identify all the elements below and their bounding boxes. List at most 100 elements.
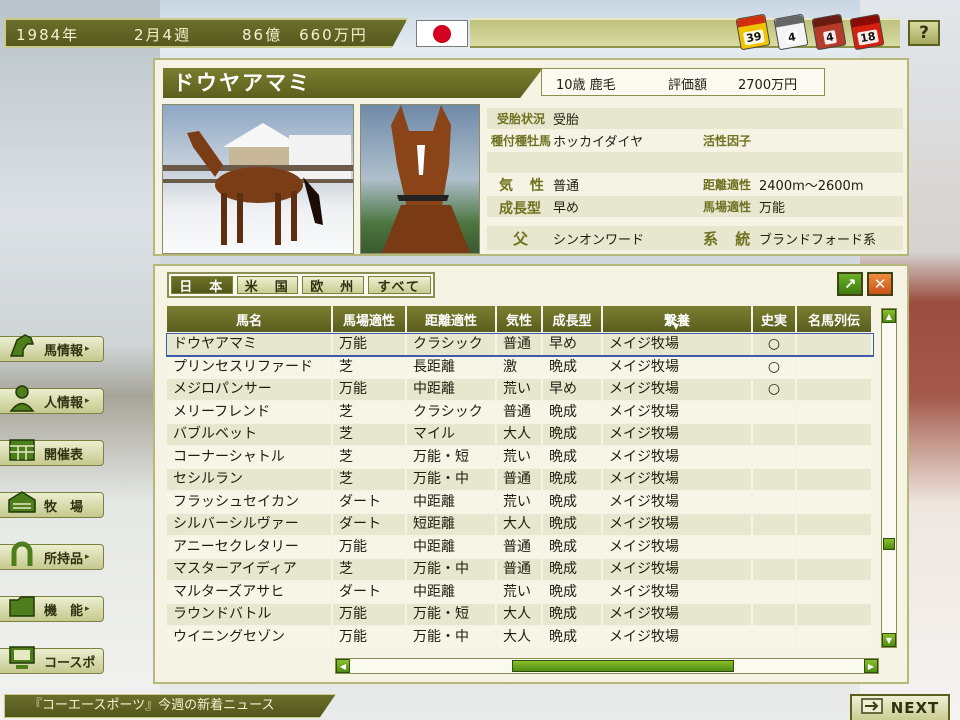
cell-track: 芝 — [333, 424, 407, 445]
mate-label: 種付種牡馬 — [491, 134, 552, 148]
next-button[interactable]: NEXT — [850, 694, 950, 720]
scroll-left-icon[interactable]: ◀ — [336, 659, 350, 673]
export-arrow-icon[interactable]: ↗ — [837, 272, 863, 296]
col-distance[interactable]: 距離適性 — [407, 306, 497, 332]
calendar-icon-1[interactable]: 39 — [735, 13, 771, 51]
scroll-right-icon[interactable]: ▶ — [864, 659, 878, 673]
cell-legend — [797, 536, 873, 558]
col-stable[interactable]: 繋養 ▼ — [603, 306, 753, 332]
tab-europe[interactable]: 欧 州 — [302, 276, 364, 295]
next-arrow-icon — [860, 698, 883, 718]
stable-icon — [6, 487, 38, 517]
sire-value: シンオンワード — [553, 233, 645, 248]
detail-row-temper: 気 性 普通 距離適性 2400m～2600m — [487, 174, 903, 195]
cell-growth: 早め — [543, 334, 603, 355]
cell-temper: 荒い — [497, 581, 543, 603]
calendar-icon-3[interactable]: 4 — [811, 13, 847, 51]
menu-ranch[interactable]: 牧 場 — [0, 491, 104, 518]
table-row[interactable]: アニーセクレタリー 万能 中距離 普通 晩成 メイジ牧場 — [167, 536, 873, 559]
cell-history: ○ — [753, 379, 797, 400]
cell-legend — [797, 626, 873, 648]
table-row[interactable]: バブルベット芝マイル 大人 晩成 メイジ牧場 — [167, 424, 873, 446]
japan-flag-icon[interactable] — [416, 20, 468, 47]
horse-name: ドウヤアマミ — [163, 68, 543, 98]
table-row[interactable]: シルバーシルヴァー ダート 短距離 大人 晩成 メイジ牧場 — [167, 514, 873, 536]
table-row[interactable]: メジロパンサー 万能 中距離 荒い 早め メイジ牧場 ○ — [167, 379, 873, 401]
cell-temper: 大人 — [497, 424, 543, 445]
cell-name: セシルラン — [167, 469, 333, 490]
value-label: 評価額 — [668, 78, 708, 93]
cell-temper: 荒い — [497, 379, 543, 400]
table-row[interactable]: マスターアイディア芝万能・中 普通 晩成 メイジ牧場 — [167, 559, 873, 581]
menu-label: コースポ — [44, 655, 96, 671]
mate-value: ホッカイダイヤ — [553, 135, 644, 150]
cell-history — [753, 446, 797, 468]
cell-legend — [797, 469, 873, 490]
col-name[interactable]: 馬名 — [167, 306, 333, 332]
close-icon[interactable]: ✕ — [867, 272, 893, 296]
calendar-icon-2[interactable]: 4 — [773, 13, 809, 51]
cell-distance: 中距離 — [407, 491, 497, 513]
horizontal-scroll-thumb[interactable] — [511, 660, 734, 672]
menu-kosupo[interactable]: コースポ — [0, 646, 104, 674]
menu-horse-info[interactable]: 馬情報 ▸ — [0, 334, 104, 362]
table-row[interactable]: ドウヤアマミ 万能 クラシック 普通 早め メイジ牧場 ○ — [166, 333, 874, 357]
col-temper[interactable]: 気性 — [497, 306, 543, 332]
vertical-scroll-thumb[interactable] — [883, 537, 895, 550]
cell-track: 芝 — [333, 446, 407, 468]
cell-track: 芝 — [333, 559, 407, 580]
table-row[interactable]: コーナーシャトル芝万能・短 荒い 晩成 メイジ牧場 — [167, 446, 873, 469]
cell-stable: メイジ牧場 — [603, 401, 753, 423]
col-legend[interactable]: 名馬列伝 — [797, 306, 873, 332]
table-row[interactable]: プリンセスリファード芝長距離激晩成 メイジ牧場 ○ — [167, 356, 873, 379]
cell-distance: 中距離 — [407, 581, 497, 603]
cell-stable: メイジ牧場 — [603, 626, 753, 648]
cell-temper: 普通 — [497, 536, 543, 558]
news-ticker[interactable]: 『コーエースポーツ』今週の新着ニュース — [4, 694, 336, 718]
table-row[interactable]: ウイニングセゾン 万能 万能・中 大人 晩成 メイジ牧場 — [167, 626, 873, 649]
help-button[interactable]: ? — [908, 20, 940, 46]
table-row[interactable]: ラウンドバトル 万能 万能・短 大人 晩成 メイジ牧場 — [167, 604, 873, 626]
horizontal-scrollbar[interactable]: ◀ ▶ — [335, 658, 879, 674]
monitor-icon — [6, 643, 38, 673]
cell-legend — [797, 446, 873, 468]
table-row[interactable]: セシルラン芝万能・中 普通 晩成 メイジ牧場 — [167, 469, 873, 491]
cell-history — [753, 559, 797, 580]
table-row[interactable]: フラッシュセイカン ダート 中距離 荒い 晩成 メイジ牧場 — [167, 491, 873, 514]
next-label: NEXT — [890, 699, 940, 717]
horse-head-photo — [360, 104, 480, 254]
table-row[interactable]: マルターズアサヒ ダート 中距離 荒い 晩成 メイジ牧場 — [167, 581, 873, 604]
col-track[interactable]: 馬場適性 — [333, 306, 407, 332]
cell-distance: クラシック — [407, 334, 497, 355]
tab-usa[interactable]: 米 国 — [236, 276, 298, 295]
calendar-count-2: 4 — [785, 30, 799, 45]
menu-label: 牧 場 — [44, 499, 84, 515]
table-row[interactable]: メリーフレンド芝クラシック 普通 晩成 メイジ牧場 — [167, 401, 873, 424]
scroll-up-icon[interactable]: ▲ — [882, 309, 896, 323]
col-growth[interactable]: 成長型 — [543, 306, 603, 332]
scroll-down-icon[interactable]: ▼ — [882, 633, 896, 647]
region-tabs: 日 本 米 国 欧 州 すべて — [167, 272, 435, 298]
cell-temper: 普通 — [497, 334, 543, 355]
cell-stable: メイジ牧場 — [603, 356, 753, 378]
col-history[interactable]: 史実 — [753, 306, 797, 332]
menu-functions[interactable]: 機 能 ▸ — [0, 596, 104, 622]
tab-all[interactable]: すべて — [367, 276, 431, 295]
menu-schedule[interactable]: 開催表 — [0, 439, 104, 466]
temper-label: 気 性 — [499, 178, 550, 194]
detail-row-growth: 成長型 早め 馬場適性 万能 — [487, 196, 903, 217]
cell-distance: 長距離 — [407, 356, 497, 378]
cell-growth: 晩成 — [543, 491, 603, 513]
cell-history — [753, 424, 797, 445]
menu-person-info[interactable]: 人情報 ▸ — [0, 385, 104, 414]
menu-items[interactable]: 所持品 ▸ — [0, 541, 104, 570]
calendar-icon-4[interactable]: 18 — [849, 13, 885, 51]
tab-japan[interactable]: 日 本 — [171, 276, 233, 295]
cell-history — [753, 536, 797, 558]
cell-stable: メイジ牧場 — [603, 581, 753, 603]
vertical-scrollbar[interactable]: ▲ ▼ — [881, 308, 897, 648]
cell-legend — [797, 424, 873, 445]
detail-row-sire: 父 シンオンワード 系 統 ブランドフォード系 — [487, 226, 903, 250]
cell-name: メジロパンサー — [167, 379, 333, 400]
cell-stable: メイジ牧場 — [603, 379, 753, 400]
